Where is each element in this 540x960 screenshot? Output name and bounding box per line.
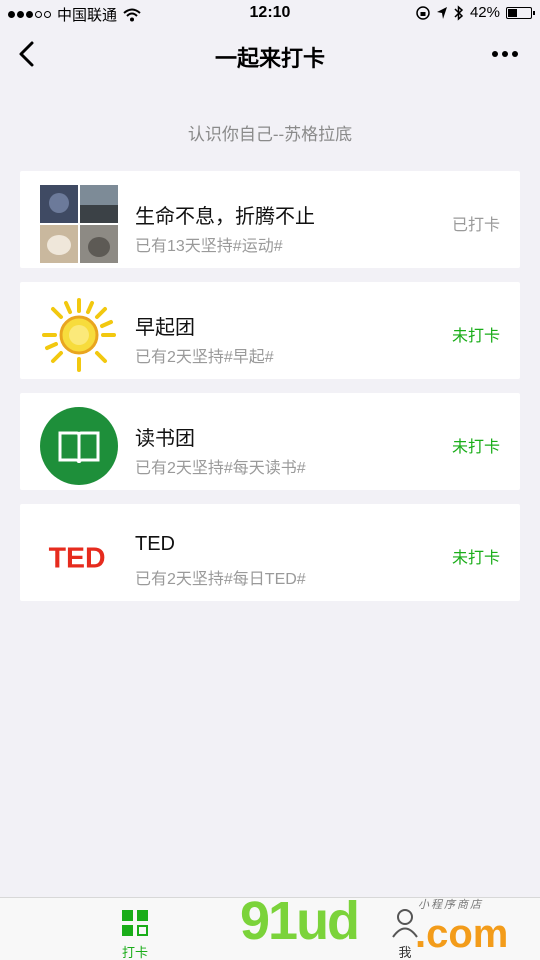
status-bar: 中国联通 12:10 42% (0, 0, 540, 28)
checkin-card-exercise[interactable]: 生命不息，折腾不止 已有13天坚持#运动# 已打卡 (20, 171, 520, 268)
card-streak: 已有2天坚持#每日TED# (135, 571, 306, 588)
card-title: 生命不息，折腾不止 (135, 206, 315, 228)
book-icon (40, 407, 118, 485)
battery-percent: 42% (469, 4, 500, 21)
checkin-status: 未打卡 (451, 550, 500, 567)
checkin-card-reading[interactable]: 读书团 已有2天坚持#每天读书# 未打卡 (20, 393, 520, 490)
card-streak: 已有13天坚持#运动# (135, 238, 283, 255)
bluetooth-icon (454, 4, 464, 21)
card-streak: 已有2天坚持#早起# (135, 349, 274, 366)
watermark-caption: 小程序商店 (418, 899, 483, 911)
battery-icon (506, 6, 535, 19)
checkin-status: 未打卡 (451, 439, 500, 456)
tab-checkin[interactable]: 打卡 (0, 898, 270, 960)
battery-fill (508, 8, 517, 17)
card-title: TED (135, 533, 175, 555)
svg-text:TED: TED (49, 542, 106, 574)
watermark-domain: .com (415, 912, 509, 956)
grid-icon (122, 910, 148, 936)
card-streak: 已有2天坚持#每天读书# (135, 460, 306, 477)
checkin-status: 未打卡 (451, 328, 500, 345)
checkin-card-early-rise[interactable]: 早起团 已有2天坚持#早起# 未打卡 (20, 282, 520, 379)
checkin-card-ted[interactable]: TED TED 已有2天坚持#每日TED# 未打卡 (20, 504, 520, 601)
nav-bar: 一起来打卡 (0, 28, 540, 80)
sun-icon (42, 298, 116, 372)
status-right: 42% (416, 4, 535, 21)
card-title: 早起团 (135, 317, 195, 339)
cat-collage-thumbnail (40, 185, 118, 263)
tab-label: 打卡 (121, 945, 148, 960)
location-icon (436, 6, 447, 19)
card-title: 读书团 (135, 428, 195, 450)
page-subtitle: 认识你自己--苏格拉底 (187, 125, 353, 144)
orientation-lock-icon (416, 5, 430, 20)
watermark-logo: 91ud (240, 891, 360, 951)
more-icon[interactable] (492, 51, 518, 57)
ted-logo: TED (49, 542, 106, 574)
page-title: 一起来打卡 (214, 46, 325, 71)
checkin-status: 已打卡 (451, 217, 500, 234)
